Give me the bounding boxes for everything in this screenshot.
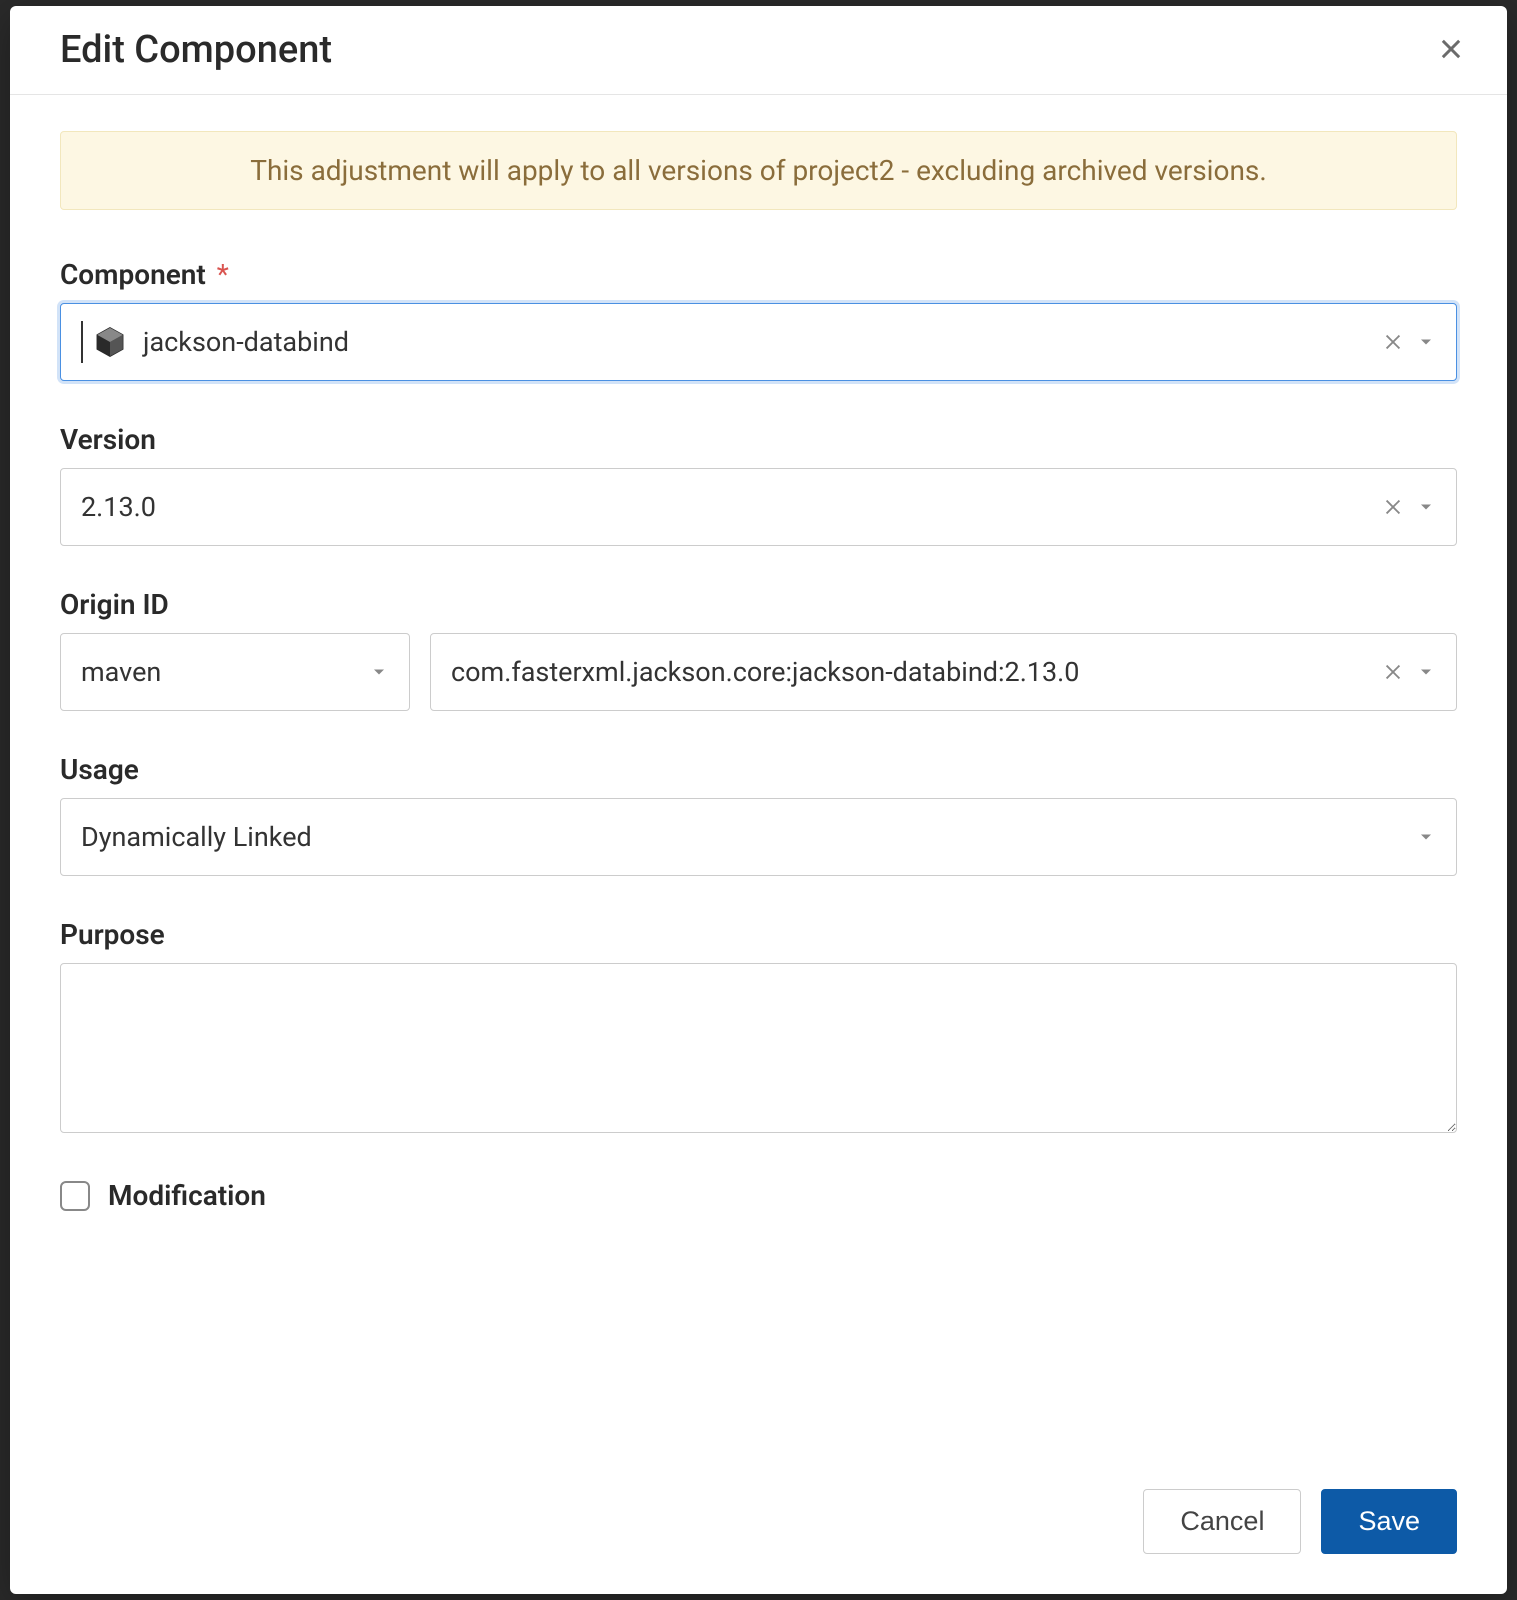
text-cursor [81,321,83,363]
version-value: 2.13.0 [81,491,1376,523]
usage-value: Dynamically Linked [81,821,1410,853]
package-icon [93,325,127,359]
chevron-down-icon [1416,332,1436,352]
component-value: jackson-databind [143,326,1376,358]
component-field-group: Component * jackson-databind [60,258,1457,381]
usage-select[interactable]: Dynamically Linked [60,798,1457,876]
component-clear-button[interactable] [1376,325,1410,359]
clear-icon [1382,496,1404,518]
origin-row: maven com.fasterxml.jackson.core:jackson… [60,633,1457,711]
save-button[interactable]: Save [1321,1489,1457,1554]
modal-footer: Cancel Save [10,1463,1507,1594]
modal-title: Edit Component [60,28,332,72]
version-combobox[interactable]: 2.13.0 [60,468,1457,546]
info-alert: This adjustment will apply to all versio… [60,131,1457,210]
purpose-field-group: Purpose [60,918,1457,1137]
close-button[interactable] [1433,31,1469,70]
modal-body: This adjustment will apply to all versio… [10,95,1507,1463]
edit-component-modal: Edit Component This adjustment will appl… [10,6,1507,1594]
version-label: Version [60,423,1457,456]
cancel-button[interactable]: Cancel [1143,1489,1301,1554]
close-icon [1437,35,1465,63]
clear-icon [1382,331,1404,353]
component-combobox[interactable]: jackson-databind [60,303,1457,381]
component-dropdown-button[interactable] [1410,326,1442,358]
origin-id-clear-button[interactable] [1376,655,1410,689]
purpose-label: Purpose [60,918,1457,951]
origin-type-select[interactable]: maven [60,633,410,711]
origin-label: Origin ID [60,588,1457,621]
modification-checkbox[interactable] [60,1181,90,1211]
chevron-down-icon [1416,497,1436,517]
chevron-down-icon [369,662,389,682]
usage-label: Usage [60,753,1457,786]
clear-icon [1382,661,1404,683]
version-dropdown-button[interactable] [1410,491,1442,523]
modification-label: Modification [108,1179,266,1212]
usage-dropdown-button[interactable] [1410,821,1442,853]
origin-id-value: com.fasterxml.jackson.core:jackson-datab… [451,656,1376,688]
chevron-down-icon [1416,827,1436,847]
component-label: Component * [60,258,1457,291]
chevron-down-icon [1416,662,1436,682]
origin-type-dropdown-button[interactable] [363,656,395,688]
origin-id-dropdown-button[interactable] [1410,656,1442,688]
usage-field-group: Usage Dynamically Linked [60,753,1457,876]
version-field-group: Version 2.13.0 [60,423,1457,546]
component-label-text: Component [60,258,206,291]
version-clear-button[interactable] [1376,490,1410,524]
required-star: * [217,258,229,291]
modal-header: Edit Component [10,6,1507,95]
origin-id-combobox[interactable]: com.fasterxml.jackson.core:jackson-datab… [430,633,1457,711]
origin-field-group: Origin ID maven com.fasterxml.jackson.co… [60,588,1457,711]
purpose-textarea[interactable] [60,963,1457,1133]
modification-field-group: Modification [60,1179,1457,1212]
origin-type-value: maven [81,656,363,688]
